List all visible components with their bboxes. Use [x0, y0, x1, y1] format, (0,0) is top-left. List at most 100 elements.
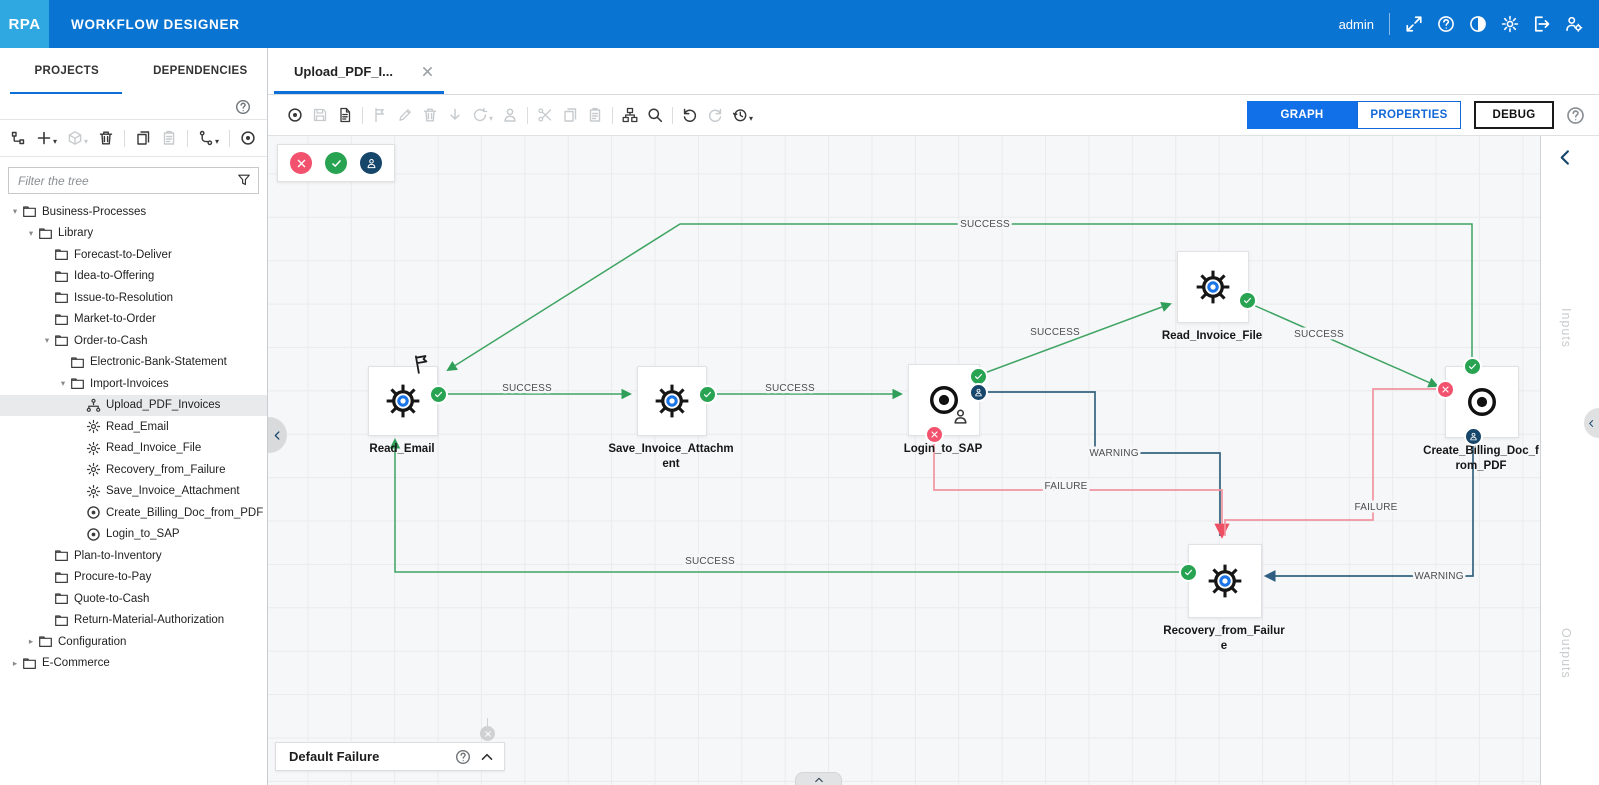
tree-item-save-invoice-attachment[interactable]: Save_Invoice_Attachment: [0, 481, 267, 503]
node-create_billing_doc_from_pdf[interactable]: [1445, 366, 1519, 438]
success-port[interactable]: [1463, 357, 1482, 376]
tree-item-business-processes[interactable]: ▾Business-Processes: [0, 201, 267, 223]
tree-item-recovery-from-failure[interactable]: Recovery_from_Failure: [0, 459, 267, 481]
collapse-panel-icon[interactable]: [480, 750, 494, 764]
gear-icon: [86, 462, 101, 477]
node-read_email[interactable]: [368, 366, 438, 436]
tree-item-e-commerce[interactable]: ▸E-Commerce: [0, 653, 267, 675]
expand-panel-icon[interactable]: [1556, 148, 1575, 167]
tree-item-return-material-authorization[interactable]: Return-Material-Authorization: [0, 610, 267, 632]
tree-caret-icon[interactable]: ▸: [8, 658, 22, 669]
folder-icon: [54, 247, 69, 262]
tree-item-login-to-sap[interactable]: Login_to_SAP: [0, 524, 267, 546]
user-port[interactable]: [969, 383, 988, 402]
default-failure-help-icon[interactable]: [455, 749, 471, 765]
zoom-button[interactable]: [647, 107, 663, 123]
trash-button[interactable]: [98, 130, 114, 146]
tree-item-read-invoice-file[interactable]: Read_Invoice_File: [0, 438, 267, 460]
palette-success-node[interactable]: [325, 152, 347, 174]
tree-item-procure-to-pay[interactable]: Procure-to-Pay: [0, 567, 267, 589]
undo-button[interactable]: [682, 107, 698, 123]
dismiss-marker-icon[interactable]: [480, 726, 495, 741]
person-badge-icon: [952, 408, 969, 425]
sitemap-button[interactable]: [622, 107, 638, 123]
bottom-panel-expander[interactable]: [795, 772, 842, 785]
tree-caret-icon[interactable]: ▾: [56, 378, 70, 389]
tree-item-read-email[interactable]: Read_Email: [0, 416, 267, 438]
success-edge[interactable]: [395, 440, 1180, 572]
contrast-icon[interactable]: [1469, 15, 1487, 33]
close-tab-icon[interactable]: [421, 65, 434, 78]
help-icon[interactable]: [1437, 15, 1455, 33]
node-recovery_from_failure[interactable]: [1188, 544, 1262, 618]
node-label-save_invoice_attachment: Save_Invoice_Attachm ent: [581, 442, 761, 472]
success-port[interactable]: [1238, 291, 1257, 310]
tree-item-idea-to-offering[interactable]: Idea-to-Offering: [0, 266, 267, 288]
tree-item-create-billing-doc-from-pdf[interactable]: Create_Billing_Doc_from_PDF: [0, 502, 267, 524]
graph-button[interactable]: GRAPH: [1247, 101, 1357, 129]
history-button[interactable]: ▾: [732, 107, 753, 123]
success-port[interactable]: [698, 385, 717, 404]
failure-port[interactable]: [1436, 380, 1455, 399]
warning-edge[interactable]: [982, 392, 1220, 536]
user-settings-icon[interactable]: [1565, 15, 1583, 33]
success-port[interactable]: [429, 385, 448, 404]
tree-item-label: Import-Invoices: [90, 378, 169, 390]
node-save_invoice_attachment[interactable]: [637, 366, 707, 436]
filter-tree-input[interactable]: [8, 167, 259, 194]
tree-item-electronic-bank-statement[interactable]: Electronic-Bank-Statement: [0, 352, 267, 374]
workflow-canvas[interactable]: SUCCESSSUCCESSSUCCESSSUCCESSSUCCESSSUCCE…: [268, 136, 1540, 785]
tree-item-import-invoices[interactable]: ▾ Import-Invoices: [0, 373, 267, 395]
tab-dependencies[interactable]: DEPENDENCIES: [134, 48, 268, 94]
folder-icon: [70, 355, 85, 370]
doc-button[interactable]: [337, 107, 353, 123]
filter-icon[interactable]: [237, 173, 251, 187]
success-edge[interactable]: [1251, 304, 1437, 386]
tree-caret-icon[interactable]: ▾: [8, 206, 22, 217]
tree-item-label: Return-Material-Authorization: [74, 614, 224, 626]
tree-caret-icon[interactable]: ▾: [40, 335, 54, 346]
target-button[interactable]: [240, 130, 256, 146]
palette-failure-node[interactable]: [290, 152, 312, 174]
settings-icon[interactable]: [1501, 15, 1519, 33]
add-button[interactable]: ▾: [36, 130, 57, 146]
tree-item-plan-to-inventory[interactable]: Plan-to-Inventory: [0, 545, 267, 567]
tree-item-forecast-to-deliver[interactable]: Forecast-to-Deliver: [0, 244, 267, 266]
tree-item-library[interactable]: ▾Library: [0, 223, 267, 245]
default-failure-panel[interactable]: Default Failure: [275, 742, 505, 771]
copy-button[interactable]: [135, 130, 151, 146]
rail-collapse-handle[interactable]: [1584, 408, 1599, 438]
user-name[interactable]: admin: [1339, 17, 1374, 32]
document-tab[interactable]: Upload_PDF_I...: [294, 48, 444, 94]
tree-item-market-to-order[interactable]: Market-to-Order: [0, 309, 267, 331]
success-edge[interactable]: [448, 224, 1472, 370]
help-icon[interactable]: [235, 99, 251, 115]
debug-button[interactable]: DEBUG: [1474, 101, 1554, 129]
tree-item-order-to-cash[interactable]: ▾Order-to-Cash: [0, 330, 267, 352]
user-port[interactable]: [1464, 427, 1483, 446]
tree-item-configuration[interactable]: ▸Configuration: [0, 631, 267, 653]
tree-item-issue-to-resolution[interactable]: Issue-to-Resolution: [0, 287, 267, 309]
canvas-help-icon[interactable]: [1566, 106, 1585, 125]
tab-projects[interactable]: PROJECTS: [0, 48, 134, 94]
success-port[interactable]: [1179, 563, 1198, 582]
expand-icon[interactable]: [1405, 15, 1423, 33]
help-icon: [1437, 15, 1455, 33]
tree-caret-icon[interactable]: ▸: [24, 636, 38, 647]
palette-user-node[interactable]: [360, 152, 382, 174]
logout-icon[interactable]: [1533, 15, 1551, 33]
doc-icon: [337, 107, 353, 123]
app-title: WORKFLOW DESIGNER: [71, 17, 240, 32]
tree-item-upload-pdf-invoices[interactable]: Upload_PDF_Invoices: [0, 395, 267, 417]
tree-item-quote-to-cash[interactable]: Quote-to-Cash: [0, 588, 267, 610]
node-read_invoice_file[interactable]: [1177, 251, 1249, 323]
folder-icon: [38, 634, 53, 649]
target-button[interactable]: [287, 107, 303, 123]
node-label-create_billing_doc_from_pdf: Create_Billing_Doc_f rom_PDF: [1391, 444, 1540, 474]
tree-button[interactable]: [10, 130, 26, 146]
check-icon: [1243, 296, 1252, 305]
branch-button[interactable]: ▾: [198, 130, 219, 146]
failure-port[interactable]: [925, 425, 944, 444]
properties-button[interactable]: PROPERTIES: [1357, 101, 1461, 129]
tree-caret-icon[interactable]: ▾: [24, 228, 38, 239]
